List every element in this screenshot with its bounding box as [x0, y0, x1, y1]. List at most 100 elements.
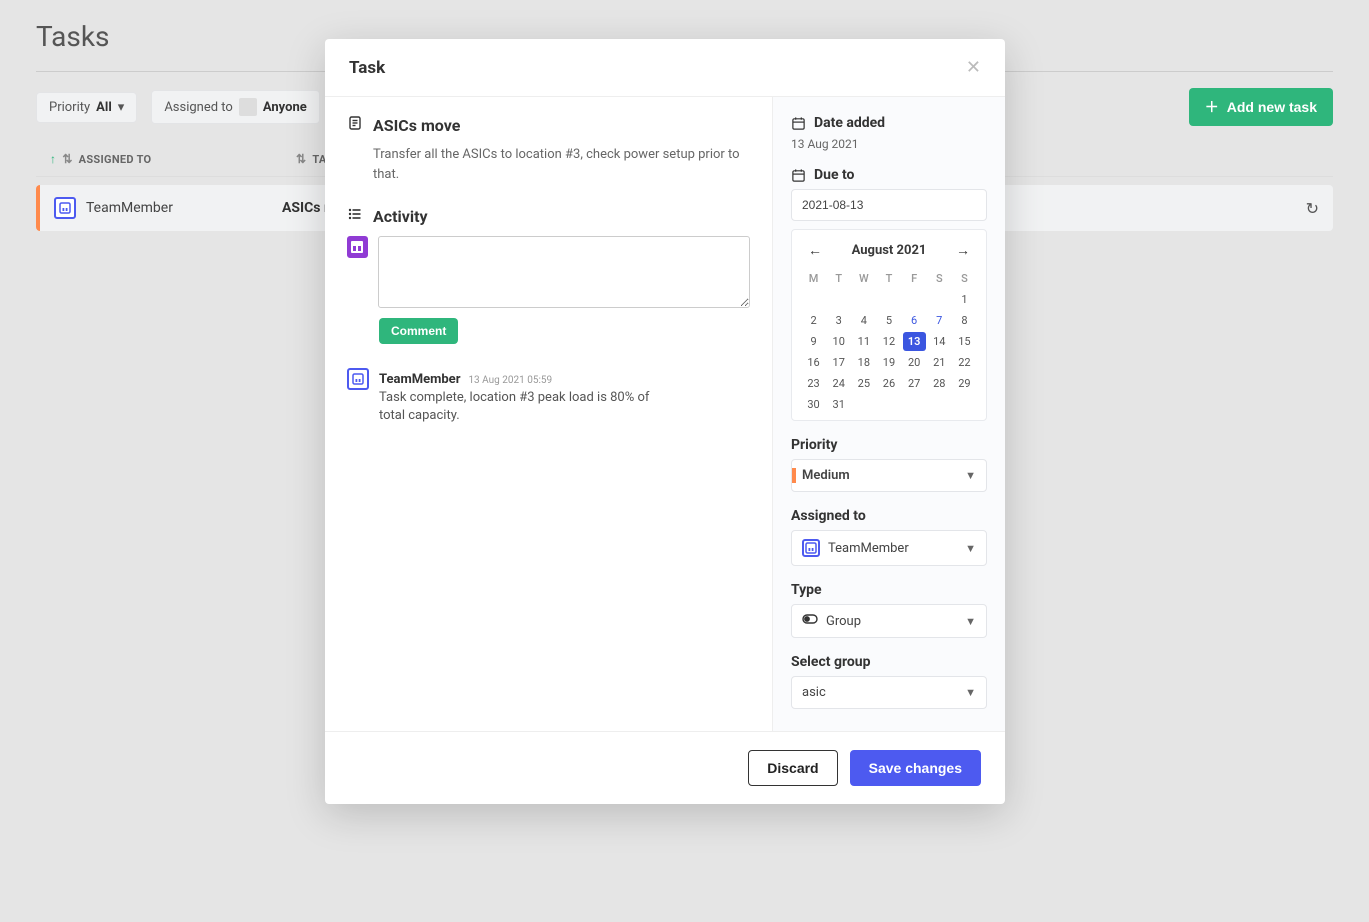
type-select[interactable]: Group ▼: [791, 604, 987, 638]
calendar-dow: M: [802, 269, 825, 288]
row-assignee: TeamMember: [54, 197, 282, 219]
sort-icon: ⇅: [62, 152, 72, 166]
assigned-select[interactable]: TeamMember ▼: [791, 530, 987, 566]
row-assignee-name: TeamMember: [86, 200, 173, 216]
calendar-day[interactable]: 27: [903, 374, 926, 393]
priority-field-label: Priority: [791, 437, 987, 453]
calendar: ← August 2021 → MTWTFSS12345678910111213…: [791, 229, 987, 421]
calendar-day[interactable]: 8: [953, 311, 976, 330]
discard-button[interactable]: Discard: [748, 750, 837, 786]
add-new-task-button[interactable]: ＋ Add new task: [1189, 88, 1333, 126]
calendar-day[interactable]: 1: [953, 290, 976, 309]
calendar-day[interactable]: 29: [953, 374, 976, 393]
priority-filter-label: Priority: [49, 100, 90, 115]
calendar-day[interactable]: 23: [802, 374, 825, 393]
save-changes-button[interactable]: Save changes: [850, 750, 981, 786]
due-date-input[interactable]: [791, 189, 987, 221]
calendar-day[interactable]: 4: [852, 311, 875, 330]
comment-text: Task complete, location #3 peak load is …: [379, 389, 669, 425]
calendar-day[interactable]: 5: [877, 311, 900, 330]
activity-label: Activity: [373, 207, 428, 226]
group-icon: [802, 613, 818, 629]
task-title-row: ASICs move: [347, 115, 750, 135]
calendar-dow: T: [877, 269, 900, 288]
assigned-filter[interactable]: Assigned to Anyone: [151, 90, 319, 124]
plus-icon: ＋: [1205, 97, 1219, 117]
calendar-day[interactable]: 31: [827, 395, 850, 414]
calendar-day[interactable]: 18: [852, 353, 875, 372]
due-label: Due to: [791, 167, 987, 183]
column-assigned-label: ASSIGNED TO: [79, 153, 152, 166]
modal-footer: Discard Save changes: [325, 731, 1005, 804]
avatar-icon: [347, 368, 369, 390]
priority-filter-value: All: [96, 100, 112, 115]
refresh-icon[interactable]: ↻: [1306, 199, 1319, 218]
avatar-icon: [347, 236, 368, 258]
chevron-down-icon: ▾: [118, 100, 125, 115]
calendar-day[interactable]: 13: [903, 332, 926, 351]
calendar-day[interactable]: 6: [903, 311, 926, 330]
avatar-icon: [239, 98, 257, 116]
calendar-day[interactable]: 16: [802, 353, 825, 372]
task-title: ASICs move: [373, 116, 460, 135]
date-added-value: 13 Aug 2021: [791, 137, 987, 151]
calendar-dow: W: [852, 269, 875, 288]
chevron-down-icon: ▼: [965, 615, 976, 628]
group-value: asic: [802, 685, 826, 700]
avatar-icon: [802, 539, 820, 557]
calendar-day[interactable]: 17: [827, 353, 850, 372]
calendar-day[interactable]: 20: [903, 353, 926, 372]
calendar-day[interactable]: 14: [928, 332, 951, 351]
assigned-field-label: Assigned to: [791, 508, 987, 524]
calendar-day[interactable]: 7: [928, 311, 951, 330]
activity-header: Activity: [347, 206, 750, 226]
calendar-day[interactable]: 21: [928, 353, 951, 372]
type-field-label: Type: [791, 582, 987, 598]
calendar-day[interactable]: 24: [827, 374, 850, 393]
modal-header: Task ✕: [325, 39, 1005, 97]
prev-month-button[interactable]: ←: [802, 240, 828, 261]
sort-icon: ⇅: [296, 152, 306, 166]
comment-author: TeamMember: [379, 372, 460, 387]
group-select[interactable]: asic ▼: [791, 676, 987, 709]
calendar-day[interactable]: 22: [953, 353, 976, 372]
next-month-button[interactable]: →: [950, 240, 976, 261]
priority-select[interactable]: Medium ▼: [791, 459, 987, 492]
add-new-task-label: Add new task: [1227, 99, 1317, 115]
assigned-filter-value: Anyone: [263, 100, 307, 115]
close-icon[interactable]: ✕: [966, 57, 981, 78]
avatar-icon: [54, 197, 76, 219]
priority-filter[interactable]: Priority All ▾: [36, 92, 137, 123]
calendar-dow: S: [928, 269, 951, 288]
calendar-day[interactable]: 19: [877, 353, 900, 372]
calendar-dow: F: [903, 269, 926, 288]
comment-button[interactable]: Comment: [379, 318, 458, 344]
calendar-day[interactable]: 11: [852, 332, 875, 351]
assigned-value: TeamMember: [828, 541, 909, 556]
chevron-down-icon: ▼: [965, 469, 976, 482]
calendar-day[interactable]: 9: [802, 332, 825, 351]
chevron-down-icon: ▼: [965, 542, 976, 555]
calendar-day[interactable]: 12: [877, 332, 900, 351]
calendar-month: August 2021: [852, 243, 927, 258]
task-description: Transfer all the ASICs to location #3, c…: [347, 145, 750, 184]
calendar-day[interactable]: 25: [852, 374, 875, 393]
calendar-dow: T: [827, 269, 850, 288]
calendar-day[interactable]: 30: [802, 395, 825, 414]
calendar-day[interactable]: 10: [827, 332, 850, 351]
calendar-day[interactable]: 2: [802, 311, 825, 330]
clipboard-icon: [347, 115, 363, 135]
list-icon: [347, 206, 363, 226]
column-assigned[interactable]: ↑ ⇅ ASSIGNED TO: [50, 152, 290, 166]
sort-up-icon: ↑: [50, 152, 56, 166]
group-field-label: Select group: [791, 654, 987, 670]
calendar-day[interactable]: 26: [877, 374, 900, 393]
modal-title: Task: [349, 58, 385, 78]
comment-input[interactable]: [378, 236, 750, 308]
calendar-day[interactable]: 15: [953, 332, 976, 351]
calendar-day[interactable]: 3: [827, 311, 850, 330]
calendar-day[interactable]: 28: [928, 374, 951, 393]
comment-date: 13 Aug 2021 05:59: [468, 375, 552, 386]
calendar-dow: S: [953, 269, 976, 288]
date-added-label: Date added: [791, 115, 987, 131]
